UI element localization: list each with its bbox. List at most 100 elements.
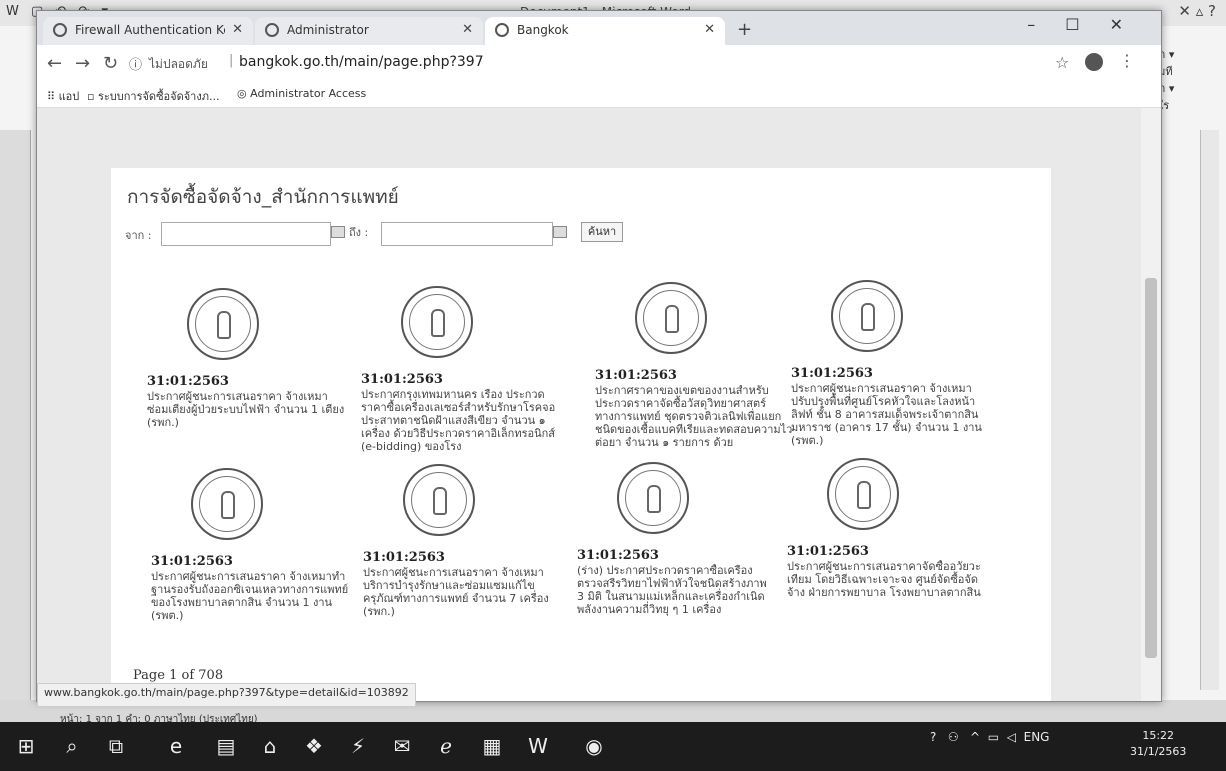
- windows-taskbar: ⊞ ⌕ ⧉ e ▤ ⌂ ❖ ⚡ ✉ ℯ ▦ W ◉ ? ⚇ ^ ▭ ◁ ENG …: [0, 722, 1226, 771]
- window-controls[interactable]: –☐✕: [1027, 15, 1153, 34]
- network-icon[interactable]: ▭: [988, 730, 999, 744]
- calendar-icon[interactable]: [331, 226, 345, 238]
- bangkok-seal-icon: [401, 286, 473, 358]
- close-icon[interactable]: ✕: [232, 22, 243, 37]
- bangkok-seal-icon: [191, 468, 263, 540]
- item-title[interactable]: ประกาศผู้ชนะการเสนอราคาจัดซื้ออวัยวะเทีย…: [787, 560, 987, 624]
- word-ribbon-item[interactable]: ร์ใร: [1152, 97, 1226, 114]
- word-ribbon-item[interactable]: ามที: [1152, 63, 1226, 80]
- clock[interactable]: 15:22 31/1/2563: [1130, 728, 1186, 760]
- windows-start-icon[interactable]: ⊞: [10, 730, 42, 762]
- photos-icon[interactable]: ▦: [476, 730, 508, 762]
- item-title[interactable]: ประกาศผู้ชนะการเสนอราคา จ้างเหมาซ่อมเตีย…: [147, 390, 347, 454]
- mail-icon[interactable]: ✉: [386, 730, 418, 762]
- link-status-url: www.bangkok.go.th/main/page.php?397&type…: [37, 683, 416, 707]
- language-indicator[interactable]: ENG: [1024, 730, 1050, 744]
- list-item[interactable]: 31:01:2563 ประกาศผู้ชนะการเสนอราคา จ้างเ…: [147, 288, 347, 468]
- chrome-icon[interactable]: ◉: [578, 730, 610, 762]
- task-view-icon[interactable]: ⧉: [100, 730, 132, 762]
- clock-time: 15:22: [1142, 729, 1175, 742]
- file-explorer-icon[interactable]: ▤: [210, 730, 242, 762]
- insecure-label[interactable]: ไม่ปลอดภัย: [149, 55, 208, 74]
- url-text[interactable]: bangkok.go.th/main/page.php?397: [239, 54, 484, 70]
- bookmark-label: แอป: [58, 90, 80, 103]
- item-title[interactable]: ประกาศผู้ชนะการเสนอราคา จ้างเหมาบริการบำ…: [363, 566, 563, 630]
- to-date-input[interactable]: [381, 222, 553, 246]
- word-ribbon-item[interactable]: ทา ▾: [1152, 46, 1226, 63]
- list-item[interactable]: 31:01:2563 ประกาศราคาของเขตของงานสำหรับป…: [595, 282, 795, 462]
- item-date[interactable]: 31:01:2563: [595, 368, 677, 383]
- word-icon[interactable]: W: [522, 730, 554, 762]
- list-item[interactable]: 31:01:2563 ประกาศกรุงเทพมหานคร เรื่อง ปร…: [361, 286, 561, 466]
- volume-icon[interactable]: ◁: [1007, 730, 1016, 744]
- page-content: การจัดซื้อจัดจ้าง_สำนักการแพทย์ จาก : ถึ…: [37, 108, 1141, 701]
- word-help-icons[interactable]: ✕ ▵ ?: [1178, 2, 1216, 20]
- chevron-up-icon[interactable]: ^: [970, 730, 980, 744]
- close-icon[interactable]: ✕: [462, 22, 473, 37]
- bookmark-label: Administrator Access: [250, 87, 367, 100]
- item-date[interactable]: 31:01:2563: [361, 372, 443, 387]
- bangkok-seal-icon: [827, 458, 899, 530]
- bookmark-apps[interactable]: ⠿ แอป: [47, 87, 79, 105]
- ie-icon[interactable]: ℯ: [430, 730, 462, 762]
- page-scrollbar[interactable]: [1141, 108, 1161, 701]
- separator: |: [229, 53, 234, 68]
- page-title: การจัดซื้อจัดจ้าง_สำนักการแพทย์: [127, 186, 399, 208]
- item-date[interactable]: 31:01:2563: [787, 544, 869, 559]
- clock-date: 31/1/2563: [1130, 745, 1187, 758]
- help-icon[interactable]: ?: [930, 730, 936, 744]
- search-icon[interactable]: ⌕: [56, 730, 88, 762]
- list-item[interactable]: 31:01:2563 ประกาศผู้ชนะการเสนอราคา จ้างเ…: [151, 468, 351, 648]
- tab-strip: Firewall Authentication Keepalive ✕ Admi…: [37, 11, 1161, 45]
- tab-firewall-authentication[interactable]: Firewall Authentication Keepalive ✕: [43, 17, 253, 45]
- from-label: จาก :: [125, 229, 152, 242]
- list-item[interactable]: 31:01:2563 ประกาศผู้ชนะการเสนอราคาจัดซื้…: [787, 458, 987, 638]
- system-tray[interactable]: ? ⚇ ^ ▭ ◁ ENG: [930, 730, 1049, 744]
- item-date[interactable]: 31:01:2563: [151, 554, 233, 569]
- tab-administrator[interactable]: Administrator ✕: [255, 17, 483, 45]
- back-arrow-icon[interactable]: ←: [47, 53, 62, 74]
- browser-toolbar: ← → ↻ ⓘ ไม่ปลอดภัย | bangkok.go.th/main/…: [37, 45, 1161, 81]
- scrollbar-thumb[interactable]: [1145, 278, 1157, 658]
- list-item[interactable]: 31:01:2563 ประกาศผู้ชนะการเสนอราคา จ้างเ…: [363, 464, 563, 644]
- globe-icon: [53, 23, 67, 37]
- dropbox-icon[interactable]: ❖: [298, 730, 330, 762]
- word-vertical-ruler: [0, 130, 31, 700]
- list-item[interactable]: 31:01:2563 ประกาศผู้ชนะการเสนอราคา จ้างเ…: [791, 280, 991, 460]
- search-button[interactable]: ค้นหา: [581, 222, 623, 242]
- kebab-menu-icon[interactable]: ⋮: [1119, 51, 1135, 70]
- tab-bangkok[interactable]: Bangkok ✕: [485, 17, 725, 45]
- item-title[interactable]: ประกาศกรุงเทพมหานคร เรื่อง ประกวดราคาซื้…: [361, 388, 561, 452]
- calendar-icon[interactable]: [553, 226, 567, 238]
- address-bar[interactable]: ⓘ ไม่ปลอดภัย | bangkok.go.th/main/page.p…: [129, 51, 979, 75]
- list-item[interactable]: 31:01:2563 (ร่าง) ประกาศประกวดราคาซื้อเค…: [577, 462, 777, 642]
- item-title[interactable]: ประกาศราคาของเขตของงานสำหรับประกวดราคาจั…: [595, 384, 795, 448]
- edge-icon[interactable]: e: [160, 730, 192, 762]
- pinned-app-icon[interactable]: ⚡: [342, 730, 374, 762]
- reload-icon[interactable]: ↻: [103, 53, 118, 74]
- item-date[interactable]: 31:01:2563: [147, 374, 229, 389]
- from-date-input[interactable]: [161, 222, 331, 246]
- item-date[interactable]: 31:01:2563: [577, 548, 659, 563]
- people-icon[interactable]: ⚇: [948, 730, 959, 744]
- bookmark-admin-access[interactable]: ◎ Administrator Access: [237, 87, 366, 100]
- bangkok-seal-icon: [635, 282, 707, 354]
- store-icon[interactable]: ⌂: [254, 730, 286, 762]
- word-ribbon-item[interactable]: ภา ▾: [1152, 80, 1226, 97]
- bookmark-procurement[interactable]: ▫ ระบบการจัดซื้อจัดจ้างภ...: [87, 87, 219, 105]
- item-title[interactable]: ประกาศผู้ชนะการเสนอราคา จ้างเหมาปรับปรุง…: [791, 382, 991, 446]
- page-icon: ▫: [87, 90, 98, 103]
- item-date[interactable]: 31:01:2563: [791, 366, 873, 381]
- forward-arrow-icon[interactable]: →: [75, 53, 90, 74]
- close-icon[interactable]: ✕: [704, 22, 715, 37]
- bookmark-star-icon[interactable]: ☆: [1055, 53, 1069, 72]
- item-date[interactable]: 31:01:2563: [363, 550, 445, 565]
- pager-total: 708: [198, 668, 224, 683]
- profile-avatar-icon[interactable]: [1085, 53, 1103, 71]
- item-title[interactable]: (ร่าง) ประกาศประกวดราคาซื้อเครื่องตรวจสร…: [577, 564, 777, 628]
- item-title[interactable]: ประกาศผู้ชนะการเสนอราคา จ้างเหมาทำฐานรอง…: [151, 570, 351, 634]
- new-tab-icon[interactable]: +: [737, 19, 752, 40]
- word-scrollbar[interactable]: [1200, 130, 1219, 690]
- info-icon[interactable]: ⓘ: [129, 54, 142, 73]
- globe-icon: ◎: [237, 87, 251, 100]
